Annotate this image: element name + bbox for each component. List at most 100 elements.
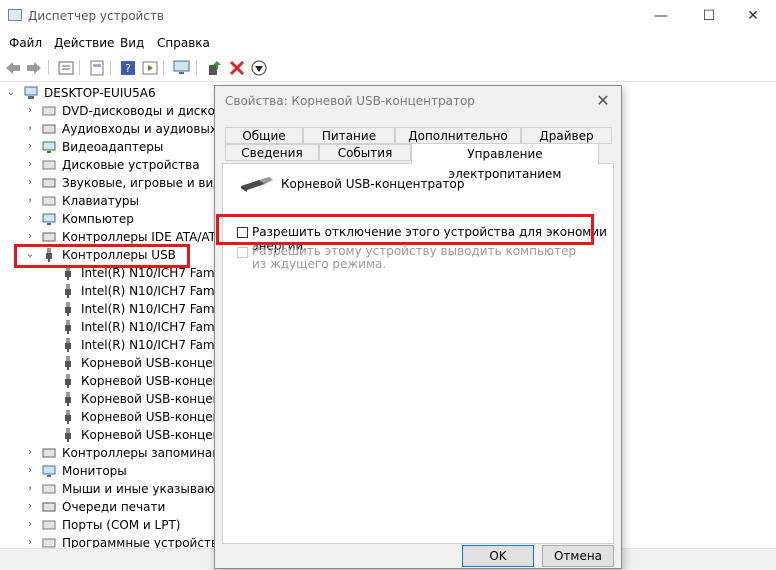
chevron-down-icon[interactable]: ⌄ <box>6 84 16 102</box>
tree-item-label: Корневой USB-концент <box>81 356 228 370</box>
chevron-right-icon[interactable]: › <box>25 534 35 548</box>
show-hidden-icon[interactable] <box>88 59 105 76</box>
tab-general[interactable]: Общие <box>225 127 303 144</box>
toolbar: ? <box>0 55 776 80</box>
usb-icon <box>65 284 71 298</box>
menu-view[interactable]: Вид <box>120 36 144 50</box>
monitor-icon <box>42 465 56 477</box>
usb-icon <box>65 392 71 406</box>
menu-action[interactable]: Действие <box>54 36 114 50</box>
computer-icon <box>24 86 38 99</box>
tab-events[interactable]: События <box>319 144 411 161</box>
title-bar: Диспетчер устройств — ☐ ✕ <box>0 0 776 32</box>
usb-icon <box>65 374 71 388</box>
tab-advanced[interactable]: Дополнительно <box>395 127 521 144</box>
tab-details[interactable]: Сведения <box>225 144 319 161</box>
tree-item-label: Intel(R) N10/ICH7 Family <box>81 302 229 316</box>
tree-item-label: Видеоадаптеры <box>62 140 164 154</box>
tree-item-label: Очереди печати <box>62 500 166 514</box>
mouse-icon <box>42 484 56 494</box>
tree-item-label: Порты (COM и LPT) <box>62 518 181 532</box>
disk-drive-icon <box>42 160 56 170</box>
chevron-right-icon[interactable]: › <box>25 102 35 120</box>
usb-controllers-highlight <box>14 244 190 268</box>
cancel-button[interactable]: Отмена <box>542 545 614 567</box>
allow-wake-checkbox <box>237 247 248 258</box>
ide-controller-icon <box>42 232 56 242</box>
run-icon[interactable] <box>141 59 158 76</box>
menu-bar: Файл Действие Вид Справка <box>0 33 776 53</box>
scan-hardware-icon[interactable] <box>173 59 190 76</box>
dialog-title: Свойства: Корневой USB-концентратор <box>225 94 475 108</box>
update-driver-icon[interactable] <box>205 59 222 76</box>
computer-icon <box>42 213 56 225</box>
usb-icon <box>65 266 71 280</box>
usb-icon <box>65 356 71 370</box>
maximize-button[interactable]: ☐ <box>686 0 732 32</box>
audio-icon <box>42 124 56 134</box>
help-icon[interactable]: ? <box>119 59 136 76</box>
device-manager-icon <box>8 9 22 21</box>
properties-dialog: Свойства: Корневой USB-концентратор ✕ Об… <box>214 85 622 569</box>
allow-wake-label: Разрешить этому устройству выводить комп… <box>252 244 577 271</box>
tree-item-label: Мониторы <box>62 464 127 478</box>
tree-item-label: Программные устройства <box>62 536 226 548</box>
close-button[interactable]: ✕ <box>730 0 776 32</box>
tree-item-label: DVD-дисководы и дисковод <box>62 104 238 118</box>
tree-root-label: DESKTOP-EUIU5A6 <box>44 86 156 100</box>
chevron-right-icon[interactable]: › <box>25 444 35 462</box>
ok-button[interactable]: OK <box>462 545 534 567</box>
tree-item-label: Аудиовходы и аудиовыход <box>62 122 233 136</box>
tree-item-label: Intel(R) N10/ICH7 Family <box>81 284 229 298</box>
properties-icon[interactable] <box>57 59 74 76</box>
usb-icon <box>65 410 71 424</box>
svg-text:?: ? <box>125 62 131 75</box>
menu-help[interactable]: Справка <box>157 36 210 50</box>
tree-item-label: Корневой USB-концент <box>81 374 228 388</box>
tree-item-label: Intel(R) N10/ICH7 Family <box>81 338 229 352</box>
usb-icon <box>65 338 71 352</box>
device-name: Корневой USB-концентратор <box>281 177 465 191</box>
usb-device-icon <box>241 177 273 192</box>
chevron-right-icon[interactable]: › <box>25 498 35 516</box>
usb-icon <box>65 302 71 316</box>
sound-icon <box>42 178 56 188</box>
usb-icon <box>65 320 71 334</box>
back-arrow-icon[interactable] <box>4 59 21 76</box>
tab-power[interactable]: Питание <box>303 127 395 144</box>
tree-item-label: Мыши и иные указывающ <box>62 482 226 496</box>
chevron-right-icon[interactable]: › <box>25 156 35 174</box>
tree-item-label: Корневой USB-концент <box>81 428 228 442</box>
forward-arrow-icon[interactable] <box>25 59 42 76</box>
dvd-drive-icon <box>42 106 56 116</box>
storage-controller-icon <box>42 448 56 458</box>
dialog-close-button[interactable]: ✕ <box>593 90 613 110</box>
tree-item-label: Компьютер <box>62 212 134 226</box>
minimize-button[interactable]: — <box>638 0 684 32</box>
port-icon <box>42 520 56 530</box>
menu-file[interactable]: Файл <box>9 36 42 50</box>
tree-item-label: Intel(R) N10/ICH7 Family <box>81 320 229 334</box>
window-title: Диспетчер устройств <box>28 9 165 23</box>
uninstall-icon[interactable] <box>228 59 245 76</box>
tree-item-label: Дисковые устройства <box>62 158 200 172</box>
power-option-highlight <box>216 214 594 245</box>
chevron-right-icon[interactable]: › <box>25 120 35 138</box>
tab-driver[interactable]: Драйвер <box>521 127 612 144</box>
software-device-icon <box>42 538 56 548</box>
tree-item-label: Корневой USB-концент <box>81 392 228 406</box>
chevron-right-icon[interactable]: › <box>25 210 35 228</box>
tree-item-label: Корневой USB-концент <box>81 410 228 424</box>
download-icon[interactable] <box>250 59 267 76</box>
chevron-right-icon[interactable]: › <box>25 174 35 192</box>
printer-icon <box>42 502 56 512</box>
keyboard-icon <box>42 196 56 206</box>
chevron-right-icon[interactable]: › <box>25 462 35 480</box>
chevron-right-icon[interactable]: › <box>25 138 35 156</box>
tree-item-label: Контроллеры запоминающ <box>62 446 234 460</box>
tree-item-label: Клавиатуры <box>62 194 139 208</box>
chevron-right-icon[interactable]: › <box>25 480 35 498</box>
chevron-right-icon[interactable]: › <box>25 516 35 534</box>
tab-power-management[interactable]: Управление электропитанием <box>411 143 599 181</box>
chevron-right-icon[interactable]: › <box>25 192 35 210</box>
